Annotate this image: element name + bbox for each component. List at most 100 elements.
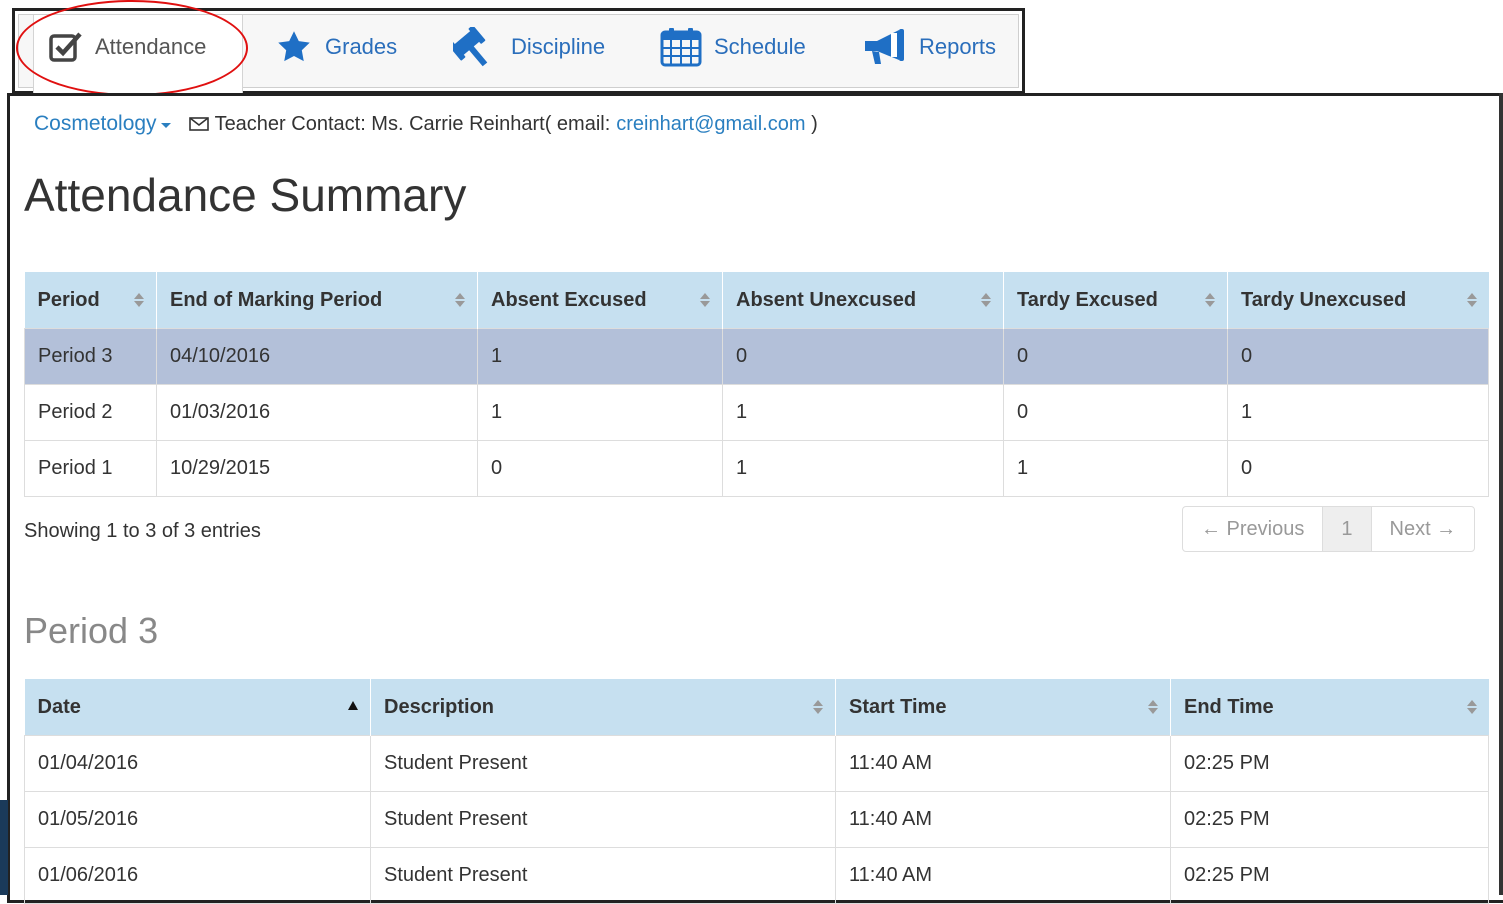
header-label: Period (37, 288, 100, 311)
header-label: Absent Unexcused (736, 288, 917, 311)
tab-attendance[interactable]: Attendance (49, 27, 206, 67)
table-header-row: Period End of Marking Period Absent Excu… (24, 272, 1489, 329)
top-nav: Attendance Grades Discipline Schedule Re… (12, 8, 1025, 95)
tab-label: Reports (919, 34, 997, 59)
col-date[interactable]: Date (24, 679, 371, 736)
cell: Student Present (370, 847, 836, 904)
tab-label: Grades (325, 34, 398, 59)
cell: Student Present (370, 735, 836, 792)
cell: Period 2 (24, 384, 157, 441)
cell: 02:25 PM (1170, 847, 1489, 904)
table-row[interactable]: 01/04/2016 Student Present 11:40 AM 02:2… (24, 735, 1489, 792)
cell: 11:40 AM (835, 791, 1171, 848)
cell: 10/29/2015 (156, 440, 478, 497)
header-label: Start Time (849, 695, 947, 718)
tab-label: Discipline (511, 34, 606, 59)
col-description[interactable]: Description (370, 679, 836, 736)
tab-label: Schedule (714, 34, 806, 59)
teacher-contact-text: Teacher Contact: Ms. Carrie Reinhart( em… (214, 112, 611, 135)
cell: 02:25 PM (1170, 791, 1489, 848)
caret-down-icon (160, 123, 171, 128)
header-label: Absent Excused (491, 288, 647, 311)
cell: 1 (1227, 384, 1489, 441)
cell: 0 (722, 328, 1004, 385)
cell: Student Present (370, 791, 836, 848)
header-label: End Time (1184, 695, 1274, 718)
sort-icon (1148, 700, 1158, 714)
cell: 01/06/2016 (24, 847, 371, 904)
cell: 01/04/2016 (24, 735, 371, 792)
sort-ascending-icon (348, 701, 358, 711)
col-end-time[interactable]: End Time (1170, 679, 1489, 736)
table-row[interactable]: 01/05/2016 Student Present 11:40 AM 02:2… (24, 791, 1489, 848)
sort-icon (1466, 293, 1477, 307)
header-label: Tardy Excused (1017, 288, 1158, 311)
sort-icon (455, 293, 465, 307)
attendance-summary-table: Period End of Marking Period Absent Excu… (24, 272, 1489, 497)
section-title-period: Period 3 (24, 610, 159, 651)
gavel-icon (453, 27, 499, 67)
page-1-button[interactable]: 1 (1323, 507, 1372, 551)
cell: 04/10/2016 (156, 328, 478, 385)
sort-icon (134, 293, 144, 307)
cell: 02:25 PM (1170, 735, 1489, 792)
course-label: Cosmetology (34, 112, 157, 135)
tab-label: Attendance (95, 34, 207, 59)
left-edge-artifact (0, 800, 8, 895)
cell: 0 (1003, 328, 1228, 385)
tab-schedule[interactable]: Schedule (660, 27, 806, 67)
sort-icon (1205, 293, 1215, 307)
col-absent-excused[interactable]: Absent Excused (477, 272, 723, 329)
header-label: Date (37, 695, 81, 718)
sort-icon (700, 293, 710, 307)
col-tardy-excused[interactable]: Tardy Excused (1003, 272, 1228, 329)
checkbox-icon (49, 31, 83, 63)
cell: 1 (722, 440, 1004, 497)
entries-info: Showing 1 to 3 of 3 entries (24, 520, 261, 542)
cell: 01/03/2016 (156, 384, 478, 441)
cell: Period 1 (24, 440, 157, 497)
table-header-row: Date Description Start Time End Time (24, 679, 1489, 736)
header-label: End of Marking Period (170, 288, 383, 311)
col-absent-unexcused[interactable]: Absent Unexcused (722, 272, 1004, 329)
cell: 0 (477, 440, 723, 497)
envelope-icon (188, 116, 209, 132)
cell: 11:40 AM (835, 735, 1171, 792)
col-tardy-unexcused[interactable]: Tardy Unexcused (1227, 272, 1489, 329)
cell: 0 (1227, 440, 1489, 497)
table-row[interactable]: Period 2 01/03/2016 1 1 0 1 (24, 384, 1489, 441)
col-start-time[interactable]: Start Time (835, 679, 1171, 736)
sort-icon (813, 700, 823, 714)
course-dropdown[interactable]: Cosmetology (34, 112, 171, 136)
previous-button[interactable]: ← Previous (1183, 507, 1324, 551)
tab-grades[interactable]: Grades (275, 27, 397, 67)
cell: Period 3 (24, 328, 157, 385)
contact-row: Cosmetology Teacher Contact: Ms. Carrie … (34, 112, 818, 136)
cell: 1 (722, 384, 1004, 441)
sort-icon (1466, 700, 1477, 714)
header-label: Description (384, 695, 495, 718)
table-row[interactable]: 01/06/2016 Student Present 11:40 AM 02:2… (24, 847, 1489, 904)
calendar-icon (660, 27, 702, 67)
cell: 1 (477, 384, 723, 441)
tab-reports[interactable]: Reports (861, 27, 996, 67)
header-label: Tardy Unexcused (1241, 288, 1407, 311)
page-title: Attendance Summary (24, 169, 467, 221)
cell: 1 (1003, 440, 1228, 497)
period-detail-table: Date Description Start Time End Time 01/… (24, 679, 1489, 904)
next-button[interactable]: Next → (1372, 507, 1475, 551)
megaphone-icon (861, 27, 907, 67)
table-row[interactable]: Period 3 04/10/2016 1 0 0 0 (24, 328, 1489, 385)
cell: 0 (1003, 384, 1228, 441)
sort-icon (981, 293, 991, 307)
tab-discipline[interactable]: Discipline (453, 27, 605, 67)
table-row[interactable]: Period 1 10/29/2015 0 1 1 0 (24, 440, 1489, 497)
teacher-email-link[interactable]: creinhart@gmail.com (616, 113, 805, 136)
contact-close-paren: ) (805, 112, 818, 135)
col-end-of-marking-period[interactable]: End of Marking Period (156, 272, 478, 329)
col-period[interactable]: Period (24, 272, 157, 329)
cell: 1 (477, 328, 723, 385)
cell: 11:40 AM (835, 847, 1171, 904)
star-icon (275, 29, 313, 65)
pagination: ← Previous 1 Next → (1182, 506, 1476, 552)
